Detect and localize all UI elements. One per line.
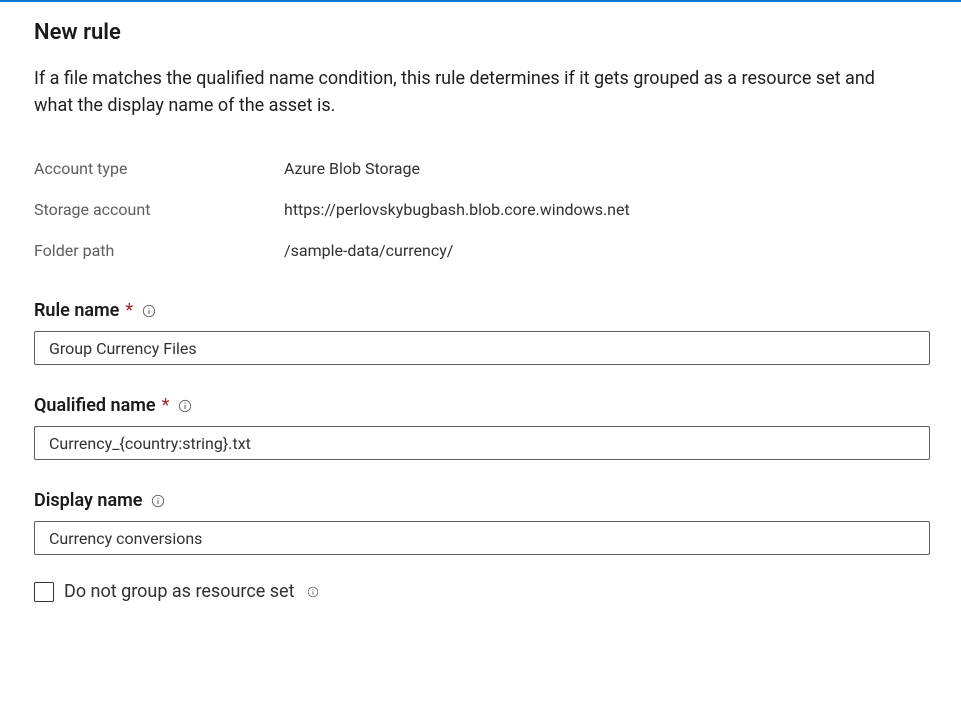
info-icon[interactable] — [141, 303, 157, 319]
checkbox-label: Do not group as resource set — [64, 581, 294, 602]
page-description: If a file matches the qualified name con… — [34, 65, 914, 119]
rule-name-input[interactable] — [34, 331, 930, 365]
do-not-group-checkbox[interactable] — [34, 582, 54, 602]
property-value: https://perlovskybugbash.blob.core.windo… — [284, 200, 630, 219]
field-label-row: Qualified name * — [34, 395, 929, 416]
info-icon[interactable] — [306, 585, 320, 599]
field-rule-name: Rule name * — [34, 300, 929, 365]
field-display-name: Display name — [34, 490, 929, 555]
property-label: Folder path — [34, 241, 284, 260]
info-icon[interactable] — [177, 398, 193, 414]
page-title: New rule — [34, 20, 929, 45]
property-value: Azure Blob Storage — [284, 159, 420, 178]
property-value: /sample-data/currency/ — [284, 241, 453, 260]
property-label: Account type — [34, 159, 284, 178]
property-row-storage-account: Storage account https://perlovskybugbash… — [34, 200, 929, 219]
field-qualified-name: Qualified name * — [34, 395, 929, 460]
required-mark: * — [162, 395, 170, 416]
checkbox-row-do-not-group: Do not group as resource set — [34, 581, 929, 602]
field-label: Qualified name — [34, 395, 156, 416]
required-mark: * — [125, 300, 133, 321]
property-row-folder-path: Folder path /sample-data/currency/ — [34, 241, 929, 260]
field-label: Rule name — [34, 300, 119, 321]
properties-section: Account type Azure Blob Storage Storage … — [34, 159, 929, 260]
field-label-row: Rule name * — [34, 300, 929, 321]
field-label-row: Display name — [34, 490, 929, 511]
info-icon[interactable] — [150, 493, 166, 509]
property-row-account-type: Account type Azure Blob Storage — [34, 159, 929, 178]
display-name-input[interactable] — [34, 521, 930, 555]
field-label: Display name — [34, 490, 142, 511]
property-label: Storage account — [34, 200, 284, 219]
qualified-name-input[interactable] — [34, 426, 930, 460]
